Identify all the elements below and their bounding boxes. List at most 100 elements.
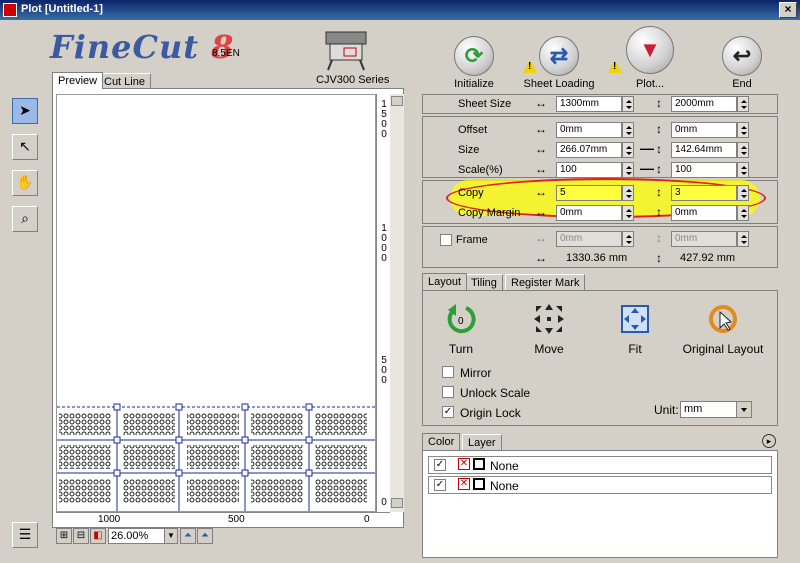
original-layout-label: Original Layout xyxy=(682,342,764,356)
original-layout-icon[interactable] xyxy=(706,302,740,336)
hand-tool-button[interactable]: ✋ xyxy=(12,170,38,196)
copy-margin-y-field[interactable]: 0mm xyxy=(671,205,737,221)
swatch-icon xyxy=(473,458,485,470)
x-icon: ✕ xyxy=(458,478,470,490)
size-height-spinner[interactable] xyxy=(737,142,749,158)
copy-margin-y-spinner[interactable] xyxy=(737,205,749,221)
vertical-scrollbar[interactable] xyxy=(390,94,404,512)
window-title: Plot [Untitled-1] xyxy=(21,3,103,15)
total-height-value: 427.92 mm xyxy=(680,252,736,264)
hand-icon: ✋ xyxy=(16,174,34,190)
move-icon[interactable] xyxy=(532,302,566,336)
frame-y-spinner[interactable] xyxy=(737,231,749,247)
split-icon: ⊟ xyxy=(76,530,86,541)
close-button[interactable]: × xyxy=(779,2,797,18)
size-height-field[interactable]: 142.64mm xyxy=(671,142,737,158)
end-button[interactable]: ↩ xyxy=(722,36,762,76)
ruler-label-1500: 1500 xyxy=(381,99,387,140)
copy-x-spinner[interactable] xyxy=(622,185,634,201)
copy-x-field[interactable]: 5 xyxy=(556,185,622,201)
height-arrow-icon: ↕ xyxy=(656,96,662,110)
tab-register-mark[interactable]: Register Mark xyxy=(505,274,586,291)
grid-view-button[interactable]: ⊞ xyxy=(56,528,72,544)
svg-text:0: 0 xyxy=(458,316,464,327)
size-width-spinner[interactable] xyxy=(622,142,634,158)
x-icon: ✕ xyxy=(458,458,470,470)
swatch-icon xyxy=(473,478,485,490)
sheet-width-field[interactable]: 1300mm xyxy=(556,96,622,112)
unlock-scale-checkbox[interactable] xyxy=(442,386,454,398)
initialize-button[interactable]: ⟳ xyxy=(454,36,494,76)
scroll-down-icon[interactable] xyxy=(391,498,403,508)
copy-margin-x-field[interactable]: 0mm xyxy=(556,205,622,221)
tab-preview[interactable]: Preview xyxy=(52,72,104,89)
split-view-button[interactable]: ⊟ xyxy=(73,528,89,544)
initialize-label: Initialize xyxy=(454,78,494,90)
list-icon: ☰ xyxy=(18,526,32,542)
zoom-tool-button[interactable]: ⌕ xyxy=(12,206,38,232)
unit-select[interactable]: mm xyxy=(680,401,752,418)
origin-lock-checkbox[interactable]: ✓ xyxy=(442,406,454,418)
offset-x-spinner[interactable] xyxy=(622,122,634,138)
height-arrow-icon: ↕ xyxy=(656,231,662,245)
copy-y-field[interactable]: 3 xyxy=(671,185,737,201)
tab-layout[interactable]: Layout xyxy=(422,273,468,290)
zoom-in-button[interactable]: ⏶ xyxy=(197,528,213,544)
plot-button[interactable]: ▼ xyxy=(626,26,674,74)
copy-margin-x-spinner[interactable] xyxy=(622,205,634,221)
offset-y-spinner[interactable] xyxy=(737,122,749,138)
size-label: Size xyxy=(458,144,480,156)
layer-visible-checkbox[interactable]: ✓ xyxy=(434,479,446,491)
return-icon: ↩ xyxy=(732,43,752,68)
swap-icon: ⇄ xyxy=(549,43,569,68)
scale-x-spinner[interactable] xyxy=(622,162,634,178)
scroll-up-icon[interactable] xyxy=(391,96,403,106)
frame-x-spinner[interactable] xyxy=(622,231,634,247)
sheet-loading-button[interactable]: ⇄ xyxy=(539,36,579,76)
mirror-checkbox[interactable] xyxy=(442,366,454,378)
scale-y-field[interactable]: 100 xyxy=(671,162,737,178)
logo-number: 8 xyxy=(211,28,235,66)
tab-tiling[interactable]: Tiling xyxy=(465,274,503,291)
zoom-select[interactable]: 26.00% ▼ xyxy=(108,528,178,544)
copy-y-spinner[interactable] xyxy=(737,185,749,201)
list-view-button[interactable]: ☰ xyxy=(12,522,38,548)
copy-grid xyxy=(57,403,375,511)
width-arrow-icon: ↔ xyxy=(535,162,547,176)
frame-checkbox[interactable] xyxy=(440,234,452,246)
sheet-height-field[interactable]: 2000mm xyxy=(671,96,737,112)
frame-x-field[interactable]: 0mm xyxy=(556,231,622,247)
fit-icon[interactable] xyxy=(618,302,652,336)
turn-icon[interactable]: 0 xyxy=(444,302,478,336)
zoom-out-button[interactable]: ⏶ xyxy=(180,528,196,544)
sheet-height-spinner[interactable] xyxy=(737,96,749,112)
ruler-label-500-h: 500 xyxy=(228,514,245,525)
tab-color[interactable]: Color xyxy=(422,433,461,450)
scale-y-spinner[interactable] xyxy=(737,162,749,178)
app-logo: FineCut 8 xyxy=(50,28,234,66)
palette-icon: ◧ xyxy=(93,530,103,541)
fit-label: Fit xyxy=(628,342,642,356)
chevron-down-icon: ▼ xyxy=(164,529,177,543)
select-tool-button[interactable]: ➤ xyxy=(12,98,38,124)
color-view-button[interactable]: ◧ xyxy=(90,528,106,544)
layer-name: None xyxy=(490,479,519,493)
unlock-scale-label: Unlock Scale xyxy=(460,386,531,400)
layer-visible-checkbox[interactable]: ✓ xyxy=(434,459,446,471)
ruler-label-1000: 1000 xyxy=(381,223,387,264)
sheet-width-spinner[interactable] xyxy=(622,96,634,112)
offset-y-field[interactable]: 0mm xyxy=(671,122,737,138)
chevron-down-icon xyxy=(736,402,751,417)
size-width-field[interactable]: 266.07mm xyxy=(556,142,622,158)
more-options-icon[interactable]: ▸ xyxy=(762,434,776,448)
preview-canvas[interactable] xyxy=(56,94,376,512)
ruler-label-0: 0 xyxy=(381,497,387,508)
arrow-cursor-icon: ➤ xyxy=(19,102,31,118)
scale-x-field[interactable]: 100 xyxy=(556,162,622,178)
tab-layer[interactable]: Layer xyxy=(462,434,502,451)
end-label: End xyxy=(732,78,752,90)
frame-y-field[interactable]: 0mm xyxy=(671,231,737,247)
offset-x-field[interactable]: 0mm xyxy=(556,122,622,138)
node-select-tool-button[interactable]: ↖ xyxy=(12,134,38,160)
move-label: Move xyxy=(534,342,564,356)
